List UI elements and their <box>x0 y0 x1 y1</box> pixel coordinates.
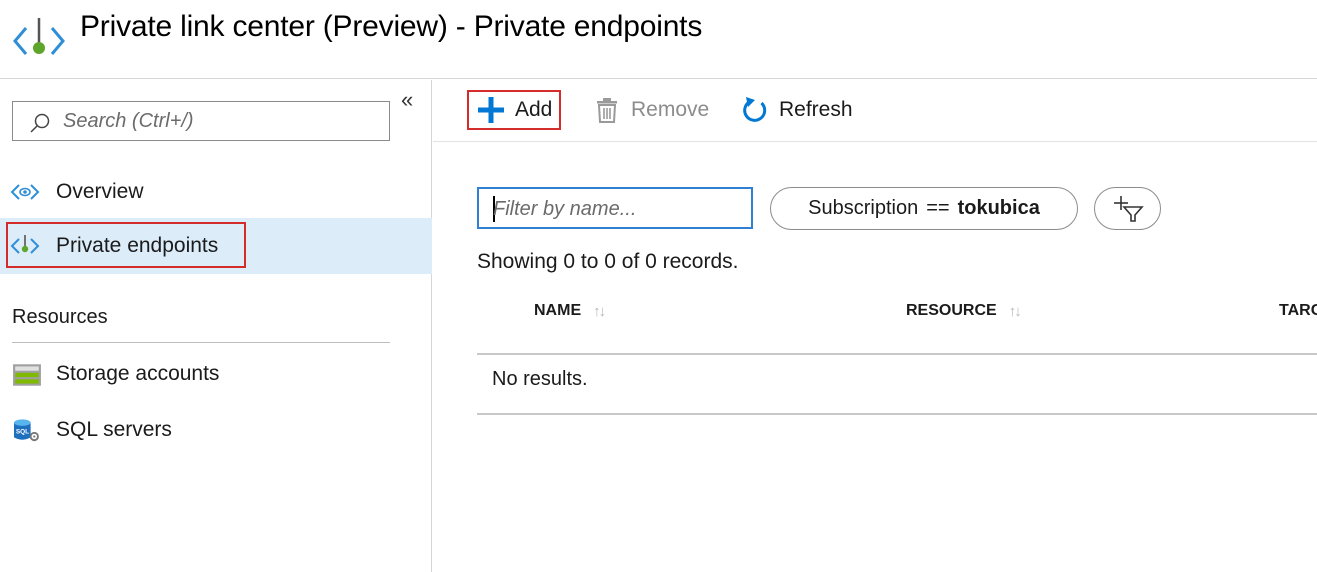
page-title: Private link center (Preview) - Private … <box>80 10 703 43</box>
column-header-name[interactable]: NAME ↑↓ <box>534 302 606 320</box>
remove-button-label: Remove <box>631 98 710 121</box>
empty-message: No results. <box>492 368 588 390</box>
command-bar: Add Remove Refresh <box>433 80 1317 142</box>
sidebar-search-box[interactable] <box>12 101 390 141</box>
trash-icon <box>597 98 617 123</box>
subscription-filter-pill[interactable]: Subscription == tokubica <box>770 187 1078 230</box>
private-endpoint-icon <box>10 235 40 254</box>
overview-icon <box>10 184 40 200</box>
remove-button[interactable]: Remove <box>593 90 709 130</box>
sidebar-item-storage-accounts[interactable]: Storage accounts <box>0 346 432 402</box>
column-header-label: NAME <box>534 302 582 319</box>
main-content: Add Remove Refresh Subscription <box>433 80 1317 572</box>
sidebar: « Overview Private endpoints Resources S… <box>0 80 432 572</box>
column-header-resource[interactable]: RESOURCE ↑↓ <box>906 302 1022 320</box>
filter-value: tokubica <box>957 197 1040 219</box>
column-header-target[interactable]: TARG <box>1279 302 1317 320</box>
add-button-label: Add <box>515 98 553 121</box>
sidebar-item-label: Private endpoints <box>56 234 219 257</box>
sidebar-item-private-endpoints[interactable]: Private endpoints <box>0 218 432 274</box>
column-header-label: TARG <box>1279 302 1317 319</box>
filter-field: Subscription <box>808 197 919 219</box>
sidebar-item-overview[interactable]: Overview <box>0 164 432 220</box>
add-button[interactable]: Add <box>467 90 561 130</box>
private-link-icon <box>13 18 65 55</box>
sql-server-icon: SQL <box>14 419 39 442</box>
add-filter-button[interactable] <box>1094 187 1161 230</box>
section-divider <box>12 342 390 343</box>
sort-icon: ↑↓ <box>1008 302 1022 320</box>
collapse-sidebar-button[interactable]: « <box>401 89 423 114</box>
add-filter-icon <box>1114 196 1144 222</box>
sidebar-item-label: Overview <box>56 180 144 203</box>
refresh-button-label: Refresh <box>779 98 853 121</box>
svg-text:SQL: SQL <box>16 429 29 436</box>
plus-icon <box>478 97 504 123</box>
sidebar-item-label: SQL servers <box>56 418 172 441</box>
search-icon <box>30 113 50 133</box>
page-header: Private link center (Preview) - Private … <box>0 0 1317 79</box>
sidebar-item-sql-servers[interactable]: SQL SQL servers <box>0 402 432 458</box>
search-input[interactable] <box>63 108 383 134</box>
header-divider <box>477 353 1317 355</box>
records-summary: Showing 0 to 0 of 0 records. <box>477 250 739 273</box>
refresh-icon <box>743 97 767 122</box>
row-divider <box>477 413 1317 415</box>
name-filter-box[interactable] <box>477 187 753 229</box>
filter-operator: == <box>926 197 950 219</box>
sort-icon: ↑↓ <box>593 302 606 320</box>
resources-section-title: Resources <box>12 306 108 328</box>
sidebar-item-label: Storage accounts <box>56 362 220 385</box>
refresh-button[interactable]: Refresh <box>741 90 853 130</box>
name-filter-input[interactable] <box>493 197 743 221</box>
column-header-label: RESOURCE <box>906 302 997 319</box>
storage-account-icon <box>13 364 41 386</box>
